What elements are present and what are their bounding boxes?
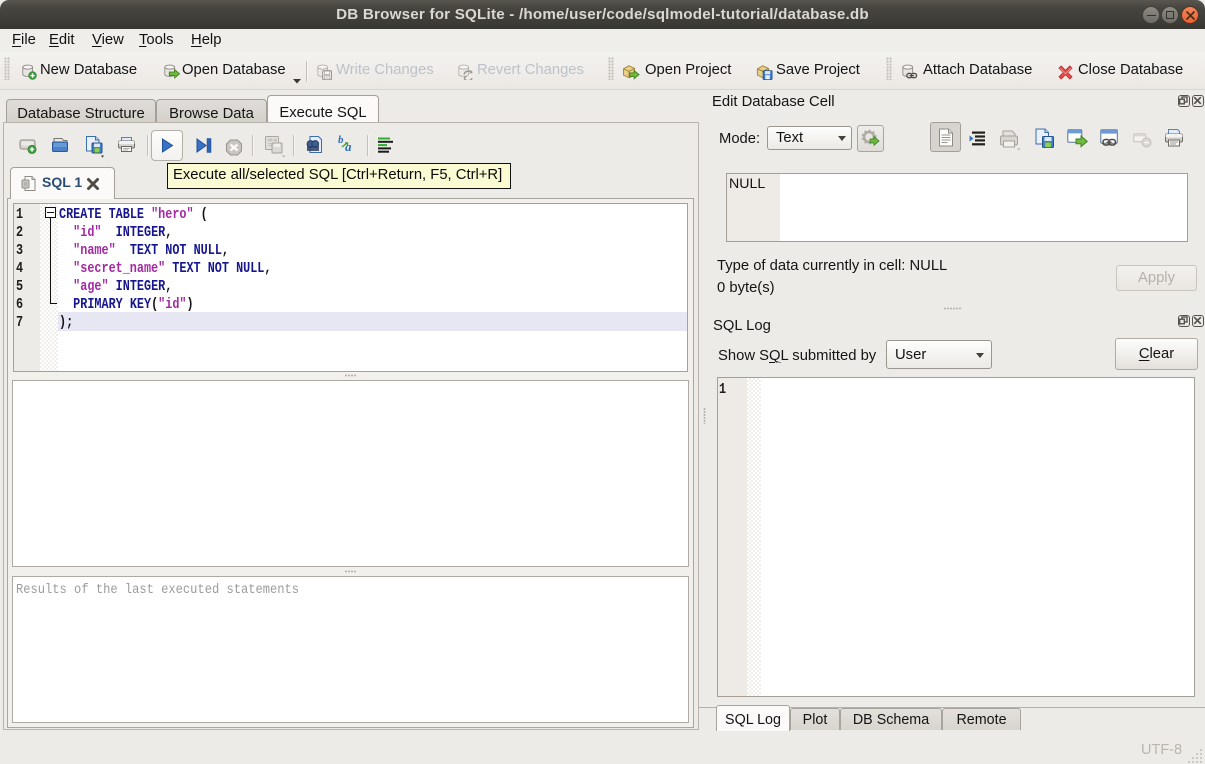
svg-text:a: a	[345, 139, 352, 154]
svg-text:b: b	[338, 134, 344, 146]
